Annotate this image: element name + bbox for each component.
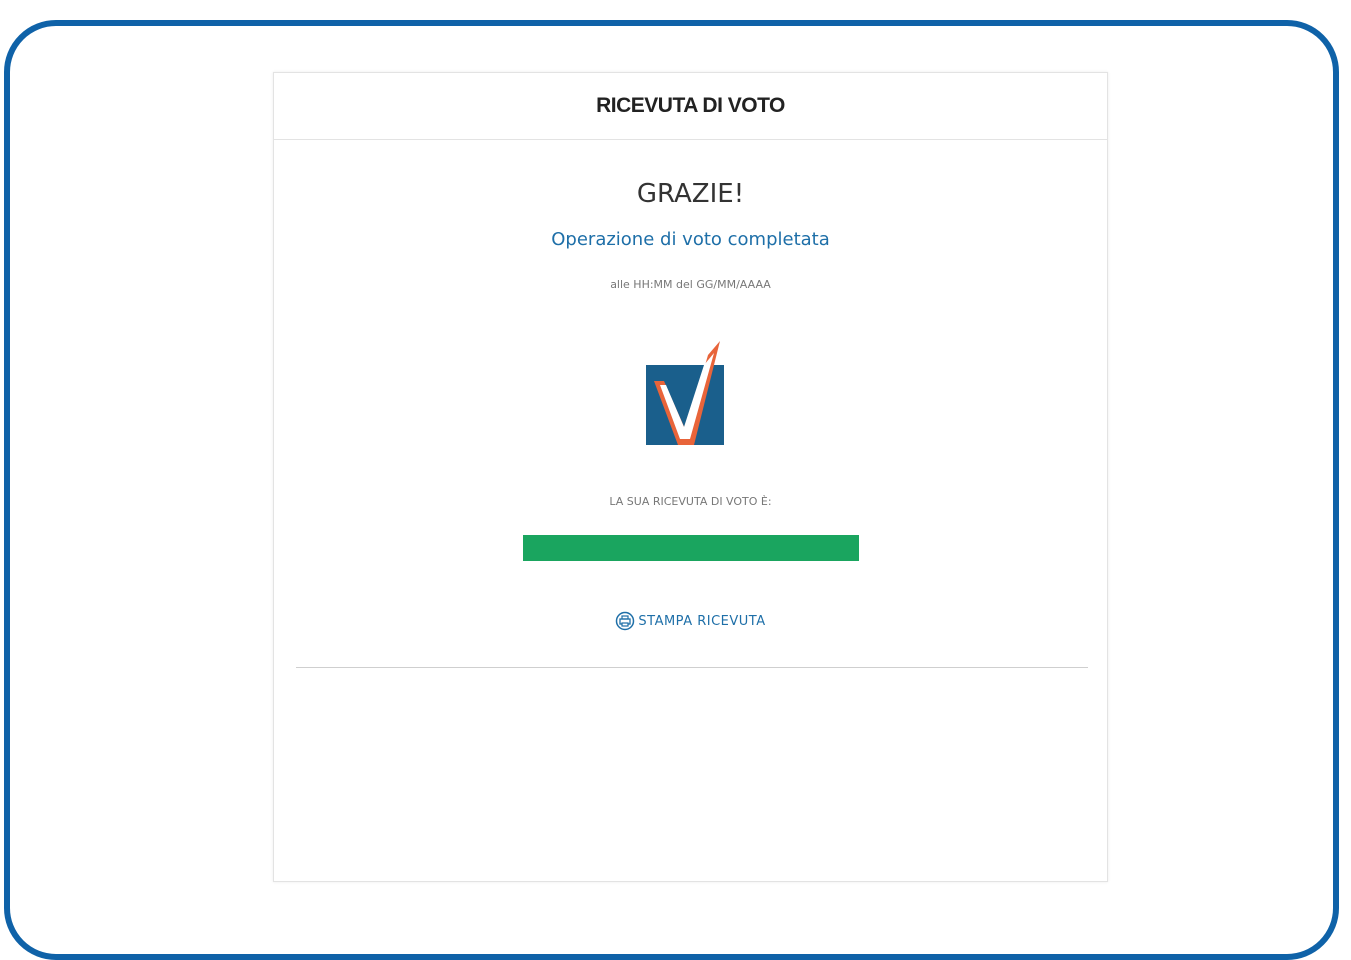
printer-icon: [616, 611, 635, 631]
receipt-card: RICEVUTA DI VOTO GRAZIE! Operazione di v…: [273, 72, 1108, 882]
card-header: RICEVUTA DI VOTO: [274, 73, 1107, 140]
checkmark-logo-icon: [646, 341, 724, 445]
vote-timestamp: alle HH:MM del GG/MM/AAAA: [610, 278, 771, 291]
page-title: RICEVUTA DI VOTO: [596, 94, 785, 117]
divider: [296, 667, 1088, 668]
receipt-label: LA SUA RICEVUTA DI VOTO È:: [609, 495, 772, 508]
print-receipt-button[interactable]: STAMPA RICEVUTA: [274, 611, 1107, 631]
thanks-heading: GRAZIE!: [636, 179, 745, 209]
completion-message: Operazione di voto completata: [551, 229, 830, 250]
print-receipt-label: STAMPA RICEVUTA: [638, 613, 766, 629]
receipt-code: [523, 535, 859, 561]
